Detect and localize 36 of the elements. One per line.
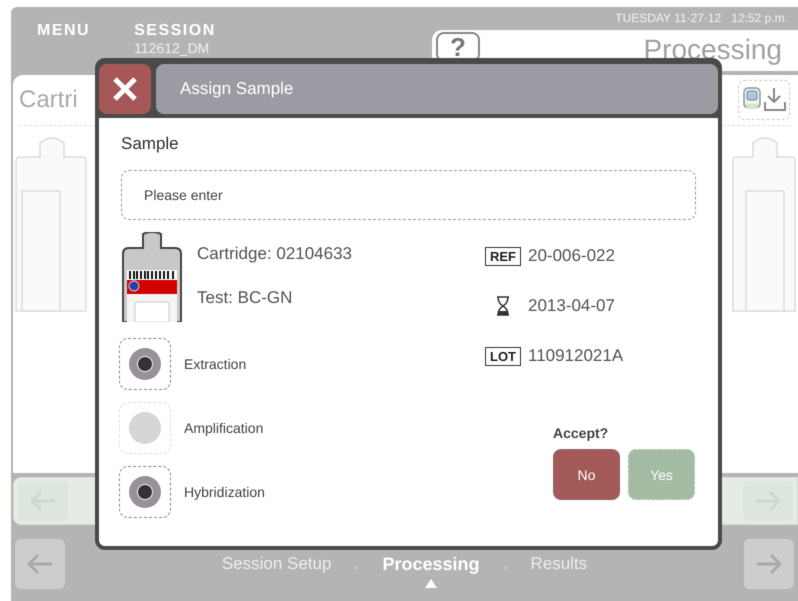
test-name: Test: BC-GN xyxy=(197,288,294,308)
step-label: Hybridization xyxy=(184,484,265,500)
current-step-icon xyxy=(424,579,437,588)
right-arrow-icon xyxy=(755,553,783,575)
menu-button[interactable]: MENU xyxy=(37,22,90,42)
reference-symbol: REF xyxy=(485,246,521,266)
sample-input-field[interactable]: Please enter xyxy=(121,170,696,220)
close-icon xyxy=(112,76,138,102)
step-label: Extraction xyxy=(184,356,246,372)
session-id: 112612_DM xyxy=(134,40,210,56)
page-title: Processing xyxy=(643,33,783,66)
step-checkbox[interactable] xyxy=(119,338,171,390)
detail-value: 20-006-022 xyxy=(528,246,615,266)
left-arrow-icon xyxy=(26,553,54,575)
dialog-title: Assign Sample xyxy=(180,79,294,99)
download-button[interactable] xyxy=(738,80,790,120)
panel-title: Cartri xyxy=(19,86,78,114)
sample-label: Sample xyxy=(121,134,180,154)
detail-value: 2013-04-07 xyxy=(528,296,615,316)
date-time: TUESDAY 11·27·12 12:52 p.m. xyxy=(615,10,789,25)
hourglass-icon xyxy=(496,296,510,316)
cartridge-icon xyxy=(121,232,183,322)
step-label: Amplification xyxy=(184,420,264,436)
cartridge-number: Cartridge: 02104633 xyxy=(197,244,352,264)
no-button[interactable]: No xyxy=(553,449,620,500)
session-label: SESSION xyxy=(134,22,216,40)
back-button[interactable] xyxy=(15,539,65,589)
workflow-step[interactable]: Processing xyxy=(382,554,480,575)
close-button[interactable] xyxy=(99,64,151,114)
workflow-step[interactable]: Session Setup xyxy=(222,554,332,574)
accept-question: Accept? xyxy=(553,425,608,441)
forward-button[interactable] xyxy=(744,539,794,589)
workflow-step[interactable]: Results xyxy=(530,554,588,574)
step-checkbox[interactable] xyxy=(119,466,171,518)
lot-symbol: LOT xyxy=(485,346,521,366)
detail-value: 110912021A xyxy=(528,346,624,366)
